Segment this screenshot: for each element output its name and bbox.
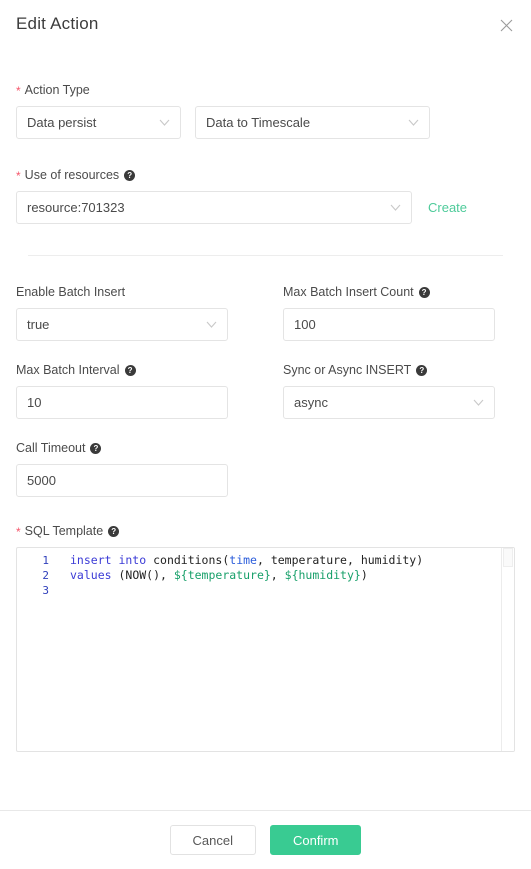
code-token: ${humidity}: [284, 568, 361, 582]
code-token: , temperature, humidity): [256, 553, 424, 567]
question-mark-icon[interactable]: ?: [108, 525, 120, 537]
section-divider: [28, 255, 503, 256]
max-batch-interval-label: Max Batch Interval ?: [16, 362, 228, 378]
resource-select[interactable]: resource:701323: [16, 191, 412, 224]
field-sync-or-async-insert: Sync or Async INSERT ? async: [283, 362, 495, 419]
code-line-text: insert into conditions(time, temperature…: [59, 553, 514, 568]
max-batch-insert-count-label: Max Batch Insert Count ?: [283, 284, 495, 300]
enable-batch-insert-value: true: [27, 317, 50, 332]
line-number: 2: [42, 569, 49, 582]
use-of-resources-label-text: Use of resources: [24, 168, 120, 182]
cancel-button[interactable]: Cancel: [169, 825, 256, 855]
max-batch-insert-count-input[interactable]: 100: [283, 308, 495, 341]
code-lines: 1 insert into conditions(time, temperatur…: [17, 548, 514, 598]
code-token: ,: [270, 568, 285, 582]
enable-batch-insert-label-text: Enable Batch Insert: [16, 285, 126, 299]
use-of-resources-label: * Use of resources ?: [16, 167, 515, 183]
dialog-header: Edit Action: [0, 0, 531, 52]
dialog-footer: Cancel Confirm: [0, 810, 531, 869]
section-sql-template: * SQL Template ? 1 insert into conditions…: [16, 523, 515, 752]
action-type-label: * Action Type: [16, 82, 515, 98]
max-batch-interval-input[interactable]: 10: [16, 386, 228, 419]
field-max-batch-insert-count: Max Batch Insert Count ? 100: [283, 284, 495, 341]
code-token: values: [70, 568, 112, 582]
enable-batch-insert-select[interactable]: true: [16, 308, 228, 341]
close-icon[interactable]: [495, 14, 517, 36]
question-mark-icon[interactable]: ?: [124, 169, 136, 181]
code-token: conditions(: [146, 553, 230, 567]
question-mark-icon[interactable]: ?: [418, 286, 430, 298]
line-number: 3: [42, 584, 49, 597]
enable-batch-insert-label: Enable Batch Insert: [16, 284, 228, 300]
editor-scrollbar[interactable]: [501, 548, 514, 751]
sql-template-label-text: SQL Template: [24, 524, 104, 538]
max-batch-interval-value: 10: [27, 395, 42, 410]
max-batch-interval-label-text: Max Batch Interval: [16, 363, 120, 377]
code-line: 1 insert into conditions(time, temperatur…: [17, 553, 514, 568]
chevron-down-icon: [472, 397, 484, 409]
sync-or-async-insert-label: Sync or Async INSERT ?: [283, 362, 495, 378]
create-resource-link[interactable]: Create: [428, 200, 467, 215]
code-line: 2 values (NOW(), ${temperature}, ${humidi…: [17, 568, 514, 583]
sync-or-async-insert-value: async: [294, 395, 328, 410]
code-token: insert into: [70, 553, 147, 567]
resource-select-value: resource:701323: [27, 200, 125, 215]
required-indicator: *: [16, 525, 21, 539]
code-token: ): [360, 568, 368, 582]
section-resources: * Use of resources ? resource:701323 Cre…: [16, 167, 515, 224]
section-action-type: * Action Type Data persist Data to Times…: [16, 82, 515, 139]
required-indicator: *: [16, 84, 21, 98]
grid-spacer: [283, 440, 495, 497]
call-timeout-label: Call Timeout ?: [16, 440, 228, 456]
page-title: Edit Action: [16, 14, 99, 33]
sync-or-async-insert-select[interactable]: async: [283, 386, 495, 419]
edit-action-dialog: Edit Action * Action Type Data persist D…: [0, 0, 531, 869]
chevron-down-icon: [158, 117, 170, 129]
code-token: time: [229, 553, 257, 567]
code-line-text: [59, 583, 514, 598]
code-line: 3: [17, 583, 514, 598]
max-batch-insert-count-value: 100: [294, 317, 316, 332]
line-number: 1: [42, 554, 49, 567]
code-token: ${temperature}: [173, 568, 271, 582]
chevron-down-icon: [205, 319, 217, 331]
dialog-body: * Action Type Data persist Data to Times…: [0, 82, 531, 752]
chevron-down-icon: [407, 117, 419, 129]
question-mark-icon[interactable]: ?: [416, 364, 428, 376]
confirm-button[interactable]: Confirm: [269, 825, 362, 855]
editor-scrollbar-thumb[interactable]: [503, 548, 513, 567]
action-type-label-text: Action Type: [24, 83, 90, 97]
code-token: (NOW(),: [111, 568, 174, 582]
field-max-batch-interval: Max Batch Interval ? 10: [16, 362, 228, 419]
action-target-select[interactable]: Data to Timescale: [195, 106, 430, 139]
action-target-select-value: Data to Timescale: [206, 115, 311, 130]
question-mark-icon[interactable]: ?: [90, 442, 102, 454]
question-mark-icon[interactable]: ?: [124, 364, 136, 376]
action-type-row: Data persist Data to Timescale: [16, 106, 515, 139]
code-line-text: values (NOW(), ${temperature}, ${humidit…: [59, 568, 514, 583]
resource-row: resource:701323 Create: [16, 191, 515, 224]
call-timeout-input[interactable]: 5000: [16, 464, 228, 497]
sql-template-editor[interactable]: 1 insert into conditions(time, temperatur…: [16, 547, 515, 752]
field-call-timeout: Call Timeout ? 5000: [16, 440, 228, 497]
field-enable-batch-insert: Enable Batch Insert true: [16, 284, 228, 341]
sql-template-label: * SQL Template ?: [16, 523, 515, 539]
sync-or-async-insert-label-text: Sync or Async INSERT: [283, 363, 412, 377]
required-indicator: *: [16, 169, 21, 183]
call-timeout-value: 5000: [27, 473, 56, 488]
settings-grid: Enable Batch Insert true Max Batch Inser…: [16, 284, 515, 497]
footer-actions: Cancel Confirm: [0, 811, 531, 869]
call-timeout-label-text: Call Timeout: [16, 441, 86, 455]
action-type-select[interactable]: Data persist: [16, 106, 181, 139]
action-type-select-value: Data persist: [27, 115, 97, 130]
chevron-down-icon: [389, 202, 401, 214]
max-batch-insert-count-label-text: Max Batch Insert Count: [283, 285, 414, 299]
